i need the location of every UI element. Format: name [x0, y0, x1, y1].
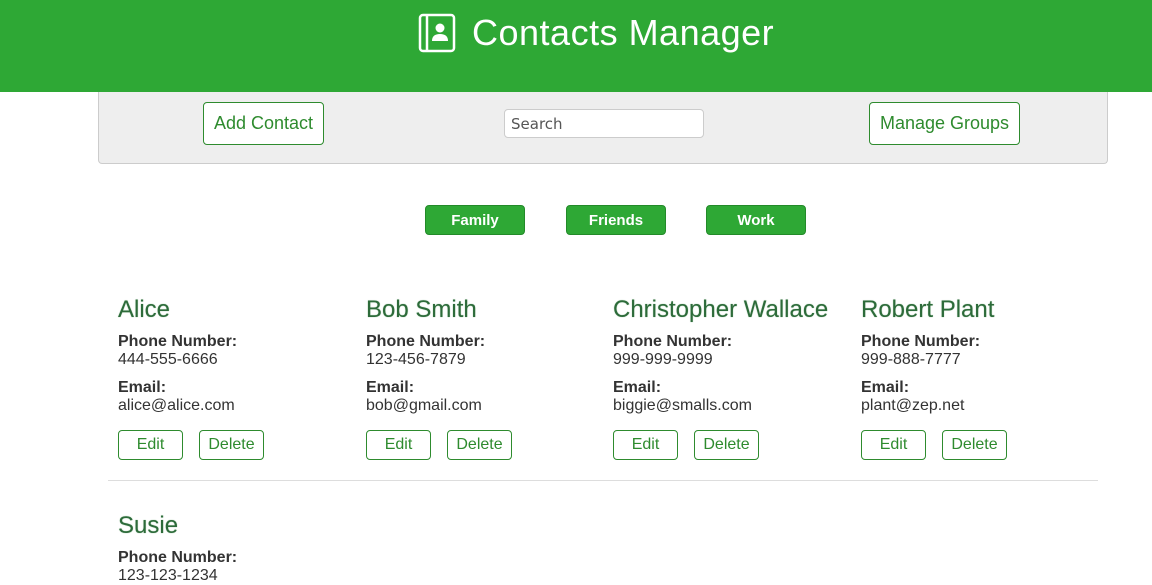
email-value: biggie@smalls.com: [613, 397, 752, 414]
phone-label: Phone Number:: [613, 333, 733, 350]
filter-friends-button[interactable]: Friends: [566, 205, 666, 235]
address-book-icon: [418, 13, 456, 53]
edit-button[interactable]: Edit: [118, 430, 183, 460]
phone-label: Phone Number:: [366, 333, 486, 350]
row-divider: [108, 480, 1098, 481]
delete-button[interactable]: Delete: [694, 430, 759, 460]
app-header: Contacts Manager: [0, 0, 1152, 92]
app-title: Contacts Manager: [472, 12, 775, 53]
email-label: Email:: [861, 379, 910, 396]
manage-groups-button[interactable]: Manage Groups: [869, 102, 1020, 145]
email-label: Email:: [366, 379, 415, 396]
edit-button[interactable]: Edit: [861, 430, 926, 460]
toolbar: Add Contact Manage Groups: [98, 92, 1108, 164]
delete-button[interactable]: Delete: [199, 430, 264, 460]
add-contact-button[interactable]: Add Contact: [203, 102, 324, 145]
email-value: bob@gmail.com: [366, 397, 482, 414]
contact-name: Christopher Wallace: [613, 296, 829, 323]
contact-name: Alice: [118, 296, 171, 323]
email-label: Email:: [118, 379, 167, 396]
edit-button[interactable]: Edit: [613, 430, 678, 460]
filter-work-button[interactable]: Work: [706, 205, 806, 235]
phone-value: 123-456-7879: [366, 351, 466, 368]
contact-name: Bob Smith: [366, 296, 477, 323]
filter-family-button[interactable]: Family: [425, 205, 525, 235]
phone-value: 999-888-7777: [861, 351, 961, 368]
email-label: Email:: [613, 379, 662, 396]
delete-button[interactable]: Delete: [942, 430, 1007, 460]
contact-name: Robert Plant: [861, 296, 995, 323]
phone-value: 123-123-1234: [118, 567, 218, 584]
phone-label: Phone Number:: [118, 333, 238, 350]
email-value: plant@zep.net: [861, 397, 965, 414]
delete-button[interactable]: Delete: [447, 430, 512, 460]
search-input[interactable]: [504, 109, 704, 138]
contact-name: Susie: [118, 512, 179, 539]
email-value: alice@alice.com: [118, 397, 235, 414]
header-brand: Contacts Manager: [418, 11, 774, 55]
phone-value: 999-999-9999: [613, 351, 713, 368]
edit-button[interactable]: Edit: [366, 430, 431, 460]
phone-value: 444-555-6666: [118, 351, 218, 368]
phone-label: Phone Number:: [861, 333, 981, 350]
phone-label: Phone Number:: [118, 549, 238, 566]
